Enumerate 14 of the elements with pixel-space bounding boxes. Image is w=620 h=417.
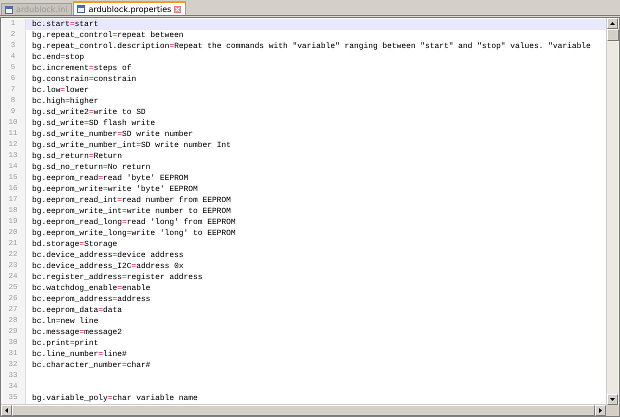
close-icon[interactable] [174, 6, 182, 12]
triangle-icon [4, 408, 9, 413]
scrollbar-thumb[interactable] [12, 405, 595, 416]
scroll-down-button[interactable] [607, 394, 618, 405]
triangle-icon [610, 397, 615, 402]
document-icon [5, 6, 13, 14]
document-icon [77, 5, 86, 13]
triangle-icon [610, 21, 615, 26]
file-tab[interactable]: ardublock.properties [73, 1, 186, 15]
scroll-right-button[interactable] [595, 405, 606, 416]
scroll-left-button[interactable] [1, 405, 12, 416]
triangle-icon [598, 408, 603, 413]
scroll-up-button[interactable] [607, 18, 618, 29]
scrollbar-thumb[interactable] [607, 29, 619, 41]
